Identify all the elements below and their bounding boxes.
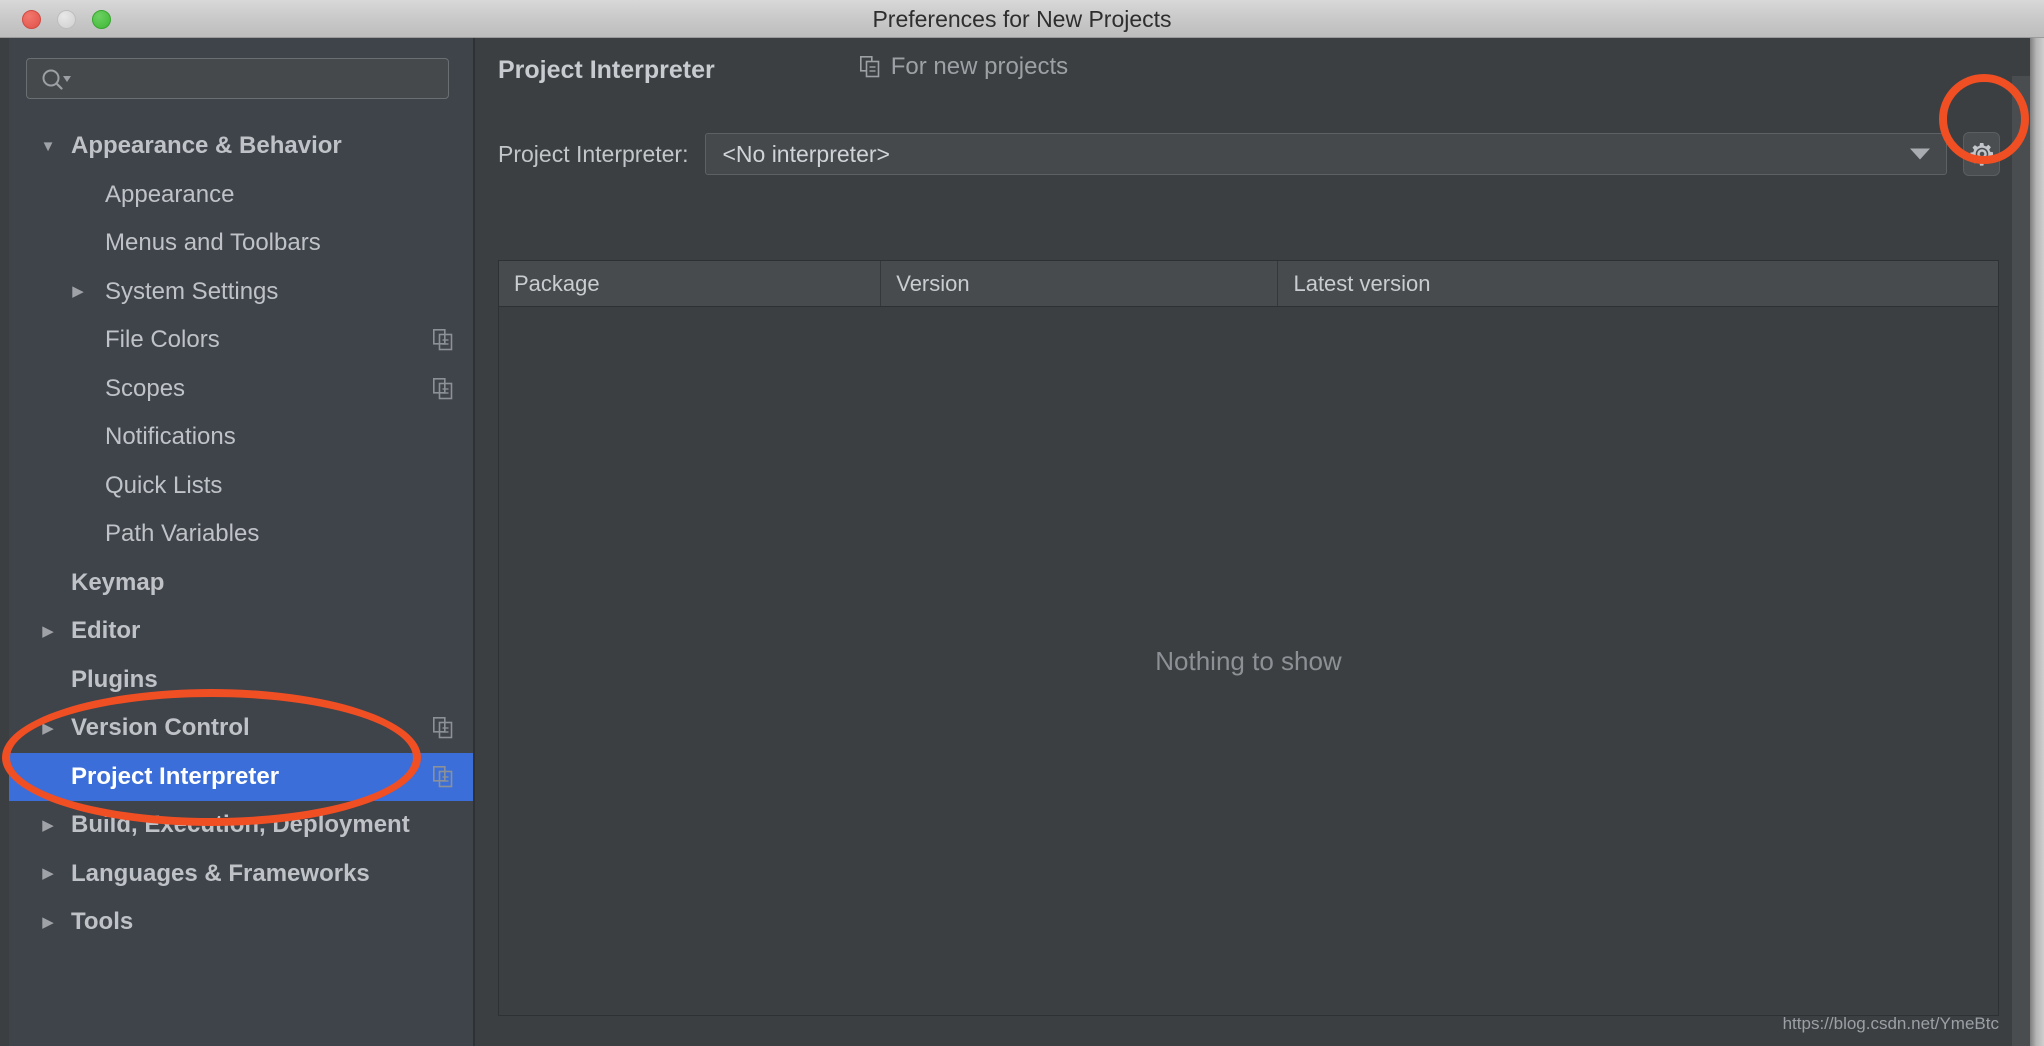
sidebar-item-label: Languages & Frameworks xyxy=(71,859,370,887)
gear-icon xyxy=(1969,143,1993,166)
sidebar-item-languages-frameworks[interactable]: ▶ Languages & Frameworks xyxy=(9,850,473,899)
window-titlebar: Preferences for New Projects xyxy=(0,0,2044,38)
search-icon xyxy=(42,69,71,90)
chevron-right-icon[interactable]: ▶ xyxy=(67,281,89,303)
sidebar-item-label: Build, Execution, Deployment xyxy=(71,811,410,839)
page-header: Project Interpreter For new projects xyxy=(498,53,1068,85)
sidebar-item-menus-and-toolbars[interactable]: Menus and Toolbars xyxy=(9,219,473,268)
sidebar-item-label: Project Interpreter xyxy=(71,762,280,790)
sidebar-item-project-interpreter[interactable]: Project Interpreter xyxy=(9,752,473,801)
chevron-right-icon[interactable]: ▶ xyxy=(37,814,59,836)
copy-icon[interactable] xyxy=(433,377,453,400)
chevron-right-icon[interactable]: ▶ xyxy=(37,863,59,885)
packages-table: Package Version Latest version Nothing to … xyxy=(498,260,1999,1016)
sidebar-item-build-execution-deployment[interactable]: ▶ Build, Execution, Deployment xyxy=(9,801,473,850)
interpreter-row: Project Interpreter: <No interpreter> xyxy=(498,132,2000,176)
packages-table-body: Nothing to show xyxy=(499,307,1998,1015)
copy-icon[interactable] xyxy=(433,329,453,351)
settings-tree: ▼ Appearance & Behavior Appearance Menus an… xyxy=(9,122,473,947)
sidebar-item-appearance[interactable]: Appearance xyxy=(9,171,473,220)
window-title: Preferences for New Projects xyxy=(872,6,1172,32)
chevron-right-icon[interactable]: ▶ xyxy=(37,911,59,933)
page-title: Project Interpreter xyxy=(498,56,715,84)
sidebar-item-label: Editor xyxy=(71,617,141,645)
sidebar-item-editor[interactable]: ▶ Editor xyxy=(9,607,473,656)
sidebar-item-label: Version Control xyxy=(71,714,250,742)
copy-icon xyxy=(859,56,880,78)
packages-table-header: Package Version Latest version xyxy=(499,261,1998,307)
window-body: ▼ Appearance & Behavior Appearance Menus an… xyxy=(0,38,2044,1046)
chevron-down-icon[interactable]: ▼ xyxy=(37,135,59,157)
sidebar-item-label: Path Variables xyxy=(105,520,260,548)
interpreter-select[interactable]: <No interpreter> xyxy=(705,133,1948,175)
sidebar-item-label: Appearance & Behavior xyxy=(71,132,342,160)
interpreter-label: Project Interpreter: xyxy=(498,140,689,167)
watermark: https://blog.csdn.net/YmeBtc xyxy=(1782,1014,1999,1033)
chevron-down-icon xyxy=(1910,148,1931,160)
window-frame-right xyxy=(2030,38,2044,1046)
preferences-window: Preferences for New Projects ▼ Appearance… xyxy=(0,0,2044,1046)
sidebar-item-label: Notifications xyxy=(105,423,236,451)
sidebar-item-plugins[interactable]: Plugins xyxy=(9,656,473,705)
sidebar-item-label: Plugins xyxy=(71,665,158,693)
sidebar-item-label: File Colors xyxy=(105,326,220,354)
column-header-latest-version[interactable]: Latest version xyxy=(1278,261,1998,306)
search-input[interactable] xyxy=(79,59,443,100)
column-header-package[interactable]: Package xyxy=(499,261,882,306)
copy-icon[interactable] xyxy=(433,717,453,739)
sidebar-item-label: Keymap xyxy=(71,568,165,596)
sidebar-item-label: Menus and Toolbars xyxy=(105,229,321,257)
sidebar-item-label: Appearance xyxy=(105,180,235,208)
sidebar-item-system-settings[interactable]: ▶ System Settings xyxy=(9,268,473,317)
sidebar-item-scopes[interactable]: Scopes xyxy=(9,365,473,414)
sidebar-item-version-control[interactable]: ▶ Version Control xyxy=(9,704,473,753)
sidebar-item-tools[interactable]: ▶ Tools xyxy=(9,898,473,947)
sidebar-item-label: Quick Lists xyxy=(105,471,223,499)
sidebar-item-file-colors[interactable]: File Colors xyxy=(9,316,473,365)
window-scroll-gutter[interactable] xyxy=(2012,76,2030,1046)
sidebar-item-quick-lists[interactable]: Quick Lists xyxy=(9,462,473,511)
chevron-right-icon[interactable]: ▶ xyxy=(37,620,59,642)
search-field[interactable] xyxy=(26,58,449,100)
chevron-right-icon[interactable]: ▶ xyxy=(37,717,59,739)
sidebar-item-keymap[interactable]: Keymap xyxy=(9,559,473,608)
sidebar-item-label: Scopes xyxy=(105,374,186,402)
sidebar-item-path-variables[interactable]: Path Variables xyxy=(9,510,473,559)
sidebar-item-notifications[interactable]: Notifications xyxy=(9,413,473,462)
copy-icon[interactable] xyxy=(433,765,453,788)
column-header-version[interactable]: Version xyxy=(881,261,1279,306)
sidebar-item-label: Tools xyxy=(71,908,134,936)
settings-sidebar: ▼ Appearance & Behavior Appearance Menus an… xyxy=(9,38,475,1046)
settings-main-panel: Project Interpreter For new projects Pro… xyxy=(477,38,2012,1046)
sidebar-item-label: System Settings xyxy=(105,277,279,305)
scope-label: For new projects xyxy=(890,53,1069,80)
interpreter-settings-button[interactable] xyxy=(1963,132,2000,176)
scope-indicator[interactable]: For new projects xyxy=(859,53,1069,81)
interpreter-selected-value: <No interpreter> xyxy=(722,140,890,167)
empty-state-message: Nothing to show xyxy=(1155,645,1342,676)
sidebar-item-appearance-behavior[interactable]: ▼ Appearance & Behavior xyxy=(9,122,473,171)
